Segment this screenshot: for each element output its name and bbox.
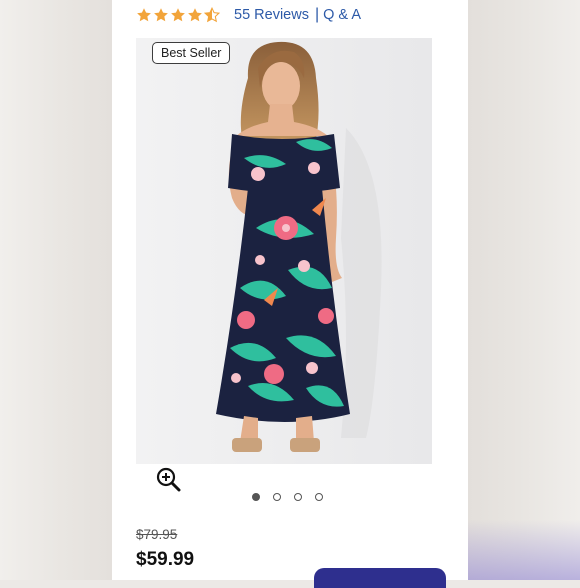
star-icon [171,8,185,22]
carousel-dot[interactable] [293,493,302,501]
carousel-dot[interactable] [314,493,323,501]
original-price: $79.95 [136,527,178,542]
reviews-link[interactable]: 55 Reviews [234,7,309,23]
carousel-dots [109,493,465,501]
best-seller-badge: Best Seller [152,42,231,64]
qa-link[interactable]: Q & A [323,7,361,23]
zoom-button[interactable] [155,466,181,492]
rating-row: 55 Reviews | Q & A [136,4,361,26]
model-photo [136,38,432,464]
carousel-dot[interactable] [251,493,260,501]
star-icon [188,8,202,22]
star-icon [137,8,151,22]
page-background-left [0,0,112,580]
half-star-icon [204,7,220,23]
product-image[interactable]: Best Seller [136,38,432,464]
zoom-in-icon [156,467,181,492]
link-separator: | [314,6,320,23]
page-background-right [468,0,580,580]
star-icon [154,8,168,22]
background-glow [468,520,580,580]
color-swatch[interactable] [314,568,446,588]
star-rating[interactable] [136,7,220,23]
product-card: 55 Reviews | Q & A Best Seller $79.95 $5… [109,0,468,588]
sale-price: $59.99 [136,549,195,570]
carousel-dot[interactable] [272,493,281,501]
